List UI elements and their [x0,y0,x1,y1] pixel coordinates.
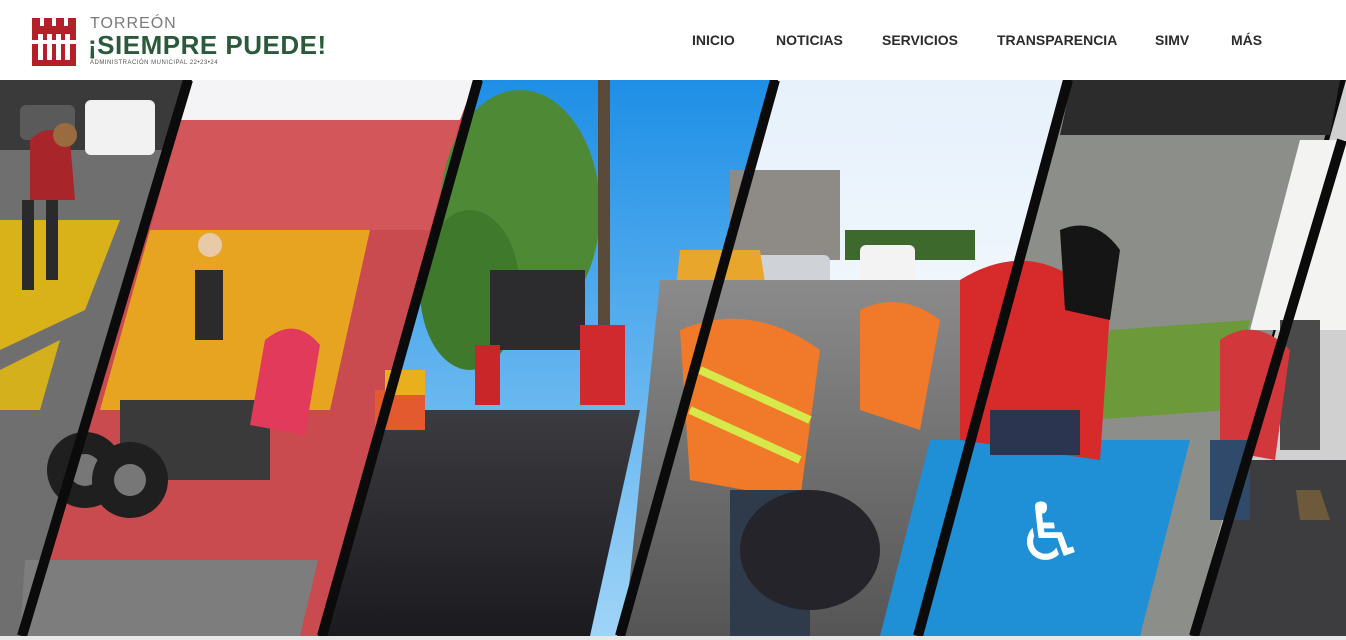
nav-item-inicio[interactable]: INICIO [692,32,735,48]
hero-collage-image: ♿ [0,80,1346,636]
page-bottom-edge [0,636,1346,640]
site-header: TORREÓN ¡SIEMPRE PUEDE! ADMINISTRACIÓN M… [0,0,1346,80]
city-emblem-icon [32,18,76,66]
nav-item-mas[interactable]: MÁS [1231,32,1262,48]
svg-text:♿: ♿ [1015,486,1087,579]
torreon-logo[interactable]: TORREÓN ¡SIEMPRE PUEDE! ADMINISTRACIÓN M… [30,14,330,70]
logo-slogan: ¡SIEMPRE PUEDE! [88,30,327,60]
nav-item-simv[interactable]: SIMV [1155,32,1189,48]
nav-item-servicios[interactable]: SERVICIOS [882,32,958,48]
logo-subtitle: ADMINISTRACIÓN MUNICIPAL 22•23•24 [90,60,219,66]
nav-item-noticias[interactable]: NOTICIAS [776,32,843,48]
hero-banner[interactable]: ♿ [0,80,1346,636]
nav-item-transparencia[interactable]: TRANSPARENCIA [997,32,1117,48]
